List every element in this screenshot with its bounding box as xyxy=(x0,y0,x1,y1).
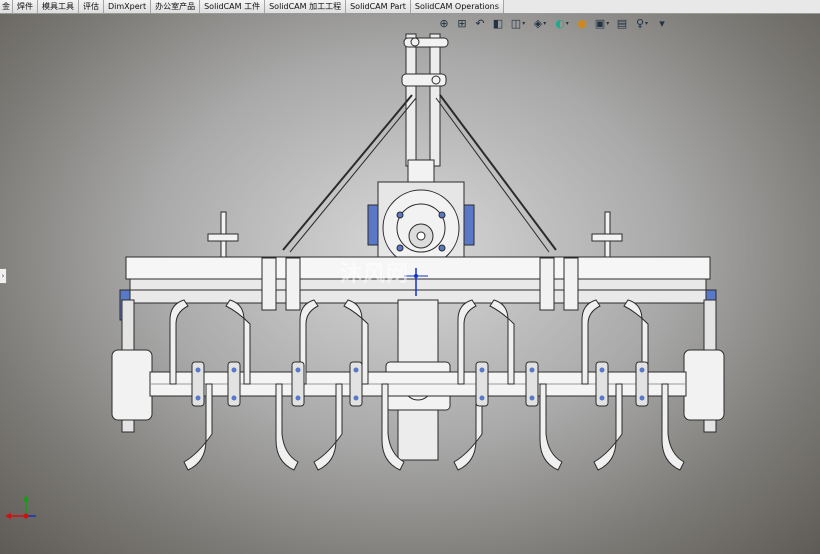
bolt xyxy=(479,367,485,373)
bolt xyxy=(529,395,535,401)
watermark-text: 沐风网 xyxy=(340,262,410,287)
rotary-tiller-model-viewport[interactable] xyxy=(0,0,820,554)
bolt xyxy=(479,395,485,401)
bolt xyxy=(231,367,237,373)
tiller-blade xyxy=(457,299,477,385)
tiller-blade xyxy=(169,299,189,385)
bolt xyxy=(599,367,605,373)
bolt xyxy=(599,395,605,401)
bolt xyxy=(295,395,301,401)
bolt xyxy=(353,395,359,401)
bolt xyxy=(639,395,645,401)
reference-triad-icon xyxy=(5,495,36,519)
bolt xyxy=(195,367,201,373)
tiller-blade xyxy=(313,383,343,471)
bolt xyxy=(353,367,359,373)
bolt xyxy=(295,367,301,373)
tiller-blade xyxy=(661,383,685,471)
bolt xyxy=(529,367,535,373)
tiller-blade xyxy=(489,299,515,385)
bolt xyxy=(231,395,237,401)
bolt xyxy=(639,367,645,373)
bolt xyxy=(195,395,201,401)
tiller-blade xyxy=(539,383,563,471)
top-hitch-link xyxy=(401,33,449,187)
